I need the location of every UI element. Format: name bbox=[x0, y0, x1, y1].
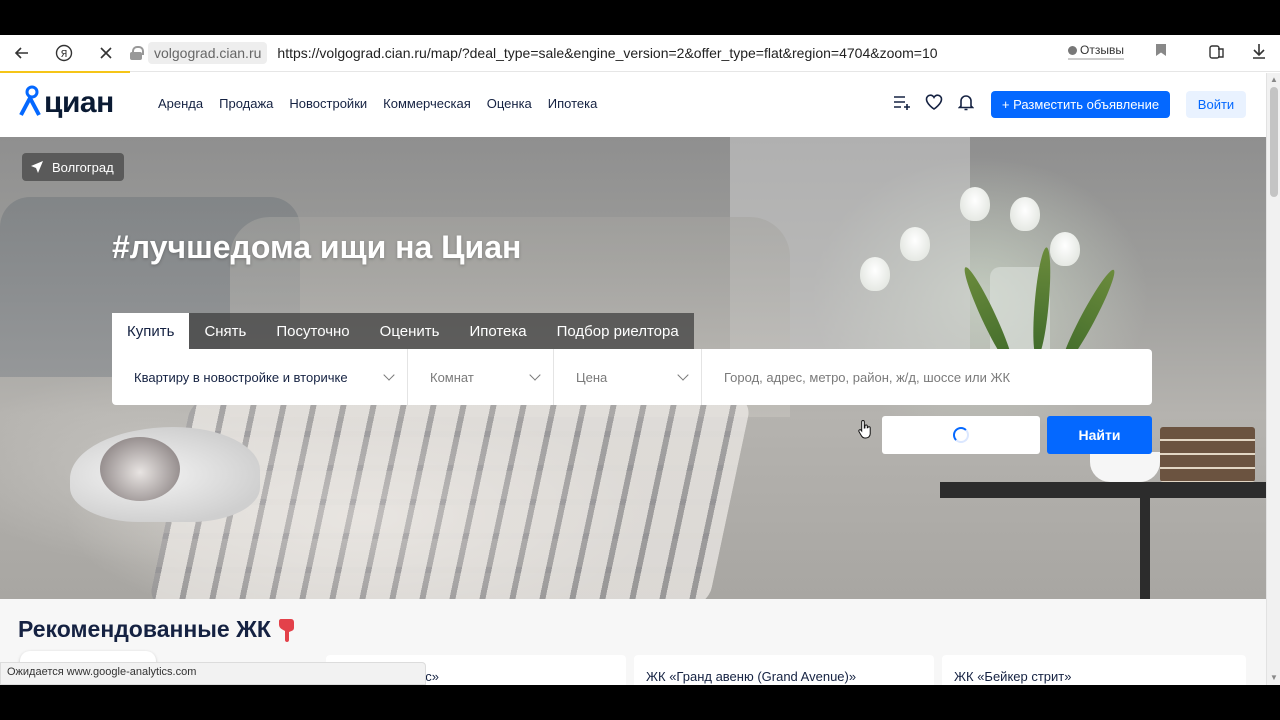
letterbox-bottom bbox=[0, 685, 1280, 720]
nav-item-sale[interactable]: Продажа bbox=[219, 96, 273, 111]
location-pin-icon bbox=[19, 85, 41, 116]
tab-evaluate[interactable]: Оценить bbox=[364, 313, 455, 349]
download-icon[interactable] bbox=[1251, 43, 1267, 64]
city-label: Волгоград bbox=[52, 159, 114, 175]
yandex-icon[interactable]: Я bbox=[48, 37, 80, 69]
recommended-title-text: Рекомендованные ЖК bbox=[18, 616, 271, 642]
rooms-select[interactable]: Комнат bbox=[408, 349, 554, 405]
navigation-arrow-icon bbox=[31, 161, 43, 173]
main-nav: Аренда Продажа Новостройки Коммерческая … bbox=[158, 96, 597, 111]
scroll-down-icon[interactable]: ▼ bbox=[1270, 673, 1278, 682]
jk-card-title: ЖК «Гранд авеню (Grand Avenue)» bbox=[646, 669, 857, 684]
city-selector[interactable]: Волгоград bbox=[22, 153, 124, 181]
loading-spinner-icon bbox=[953, 427, 969, 443]
jk-card[interactable]: ЖК «Бейкер стрит» bbox=[942, 655, 1246, 685]
browser-toolbar: Я volgograd.cian.ru https://volgograd.ci… bbox=[0, 35, 1280, 73]
chevron-down-icon bbox=[529, 369, 541, 381]
property-type-value: Квартиру в новостройке и вторичке bbox=[134, 369, 348, 385]
pointing-down-icon bbox=[278, 618, 294, 642]
site-header: циан Аренда Продажа Новостройки Коммерче… bbox=[0, 73, 1266, 137]
background-cat-head bbox=[100, 437, 180, 501]
hero-headline: #лучшедома ищи на Циан bbox=[112, 229, 522, 265]
address-input[interactable]: Город, адрес, метро, район, ж/д, шоссе и… bbox=[702, 370, 1010, 385]
stop-loading-icon[interactable] bbox=[90, 37, 122, 69]
compare-list-icon[interactable] bbox=[893, 93, 911, 111]
domain-chip: volgograd.cian.ru bbox=[148, 42, 268, 64]
price-select[interactable]: Цена bbox=[554, 349, 702, 405]
nav-item-rent[interactable]: Аренда bbox=[158, 96, 203, 111]
back-arrow-icon[interactable] bbox=[6, 37, 38, 69]
property-type-select[interactable]: Квартиру в новостройке и вторичке bbox=[112, 349, 408, 405]
nav-item-commercial[interactable]: Коммерческая bbox=[383, 96, 471, 111]
hand-cursor-icon bbox=[858, 419, 871, 439]
address-placeholder: Город, адрес, метро, район, ж/д, шоссе и… bbox=[724, 369, 1011, 385]
decor-tulip bbox=[1010, 197, 1040, 231]
nav-item-new-buildings[interactable]: Новостройки bbox=[289, 96, 367, 111]
lock-icon bbox=[130, 46, 144, 60]
browser-window: Я volgograd.cian.ru https://volgograd.ci… bbox=[0, 35, 1280, 685]
decor-tulip bbox=[900, 227, 930, 261]
scroll-up-icon[interactable]: ▲ bbox=[1270, 75, 1278, 84]
hero-banner: Волгоград #лучшедома ищи на Циан Купить … bbox=[0, 137, 1266, 599]
background-table-leg bbox=[1140, 497, 1150, 599]
heart-icon[interactable] bbox=[925, 93, 943, 111]
page-scrollbar[interactable]: ▲ ▼ bbox=[1266, 73, 1280, 685]
decor-tulip bbox=[860, 257, 890, 291]
tab-realtor[interactable]: Подбор риелтора bbox=[541, 313, 694, 349]
background-cup bbox=[1090, 452, 1160, 482]
decor-tulip bbox=[960, 187, 990, 221]
tab-buy[interactable]: Купить bbox=[112, 313, 190, 349]
header-icons bbox=[893, 93, 975, 111]
jk-card[interactable]: ЖК «Гранд авеню (Grand Avenue)» bbox=[634, 655, 934, 685]
bell-icon[interactable] bbox=[957, 93, 975, 111]
svg-text:Я: Я bbox=[61, 49, 68, 60]
letterbox-top bbox=[0, 0, 1280, 35]
nav-item-valuation[interactable]: Оценка bbox=[487, 96, 532, 111]
decor-tulip bbox=[1050, 232, 1080, 266]
reviews-label: Отзывы bbox=[1080, 43, 1124, 57]
tab-daily[interactable]: Посуточно bbox=[261, 313, 365, 349]
background-table bbox=[940, 482, 1266, 498]
chevron-down-icon bbox=[383, 369, 395, 381]
bookmark-icon[interactable] bbox=[1155, 43, 1167, 62]
tab-rent[interactable]: Снять bbox=[189, 313, 262, 349]
price-placeholder: Цена bbox=[576, 369, 608, 385]
scrollbar-thumb[interactable] bbox=[1270, 87, 1278, 197]
deal-type-tabs: Купить Снять Посуточно Оценить Ипотека П… bbox=[112, 313, 694, 349]
map-button-loading[interactable] bbox=[882, 416, 1040, 454]
find-button[interactable]: Найти bbox=[1047, 416, 1152, 454]
tab-mortgage[interactable]: Ипотека bbox=[454, 313, 542, 349]
post-listing-button[interactable]: + Разместить объявление bbox=[991, 91, 1170, 118]
cian-logo[interactable]: циан bbox=[18, 81, 128, 127]
screen-frame: Я volgograd.cian.ru https://volgograd.ci… bbox=[0, 0, 1280, 720]
jk-card-title: ЖК «Бейкер стрит» bbox=[954, 669, 1072, 684]
browser-status-bar: Ожидается www.google-analytics.com bbox=[0, 662, 426, 685]
search-form: Квартиру в новостройке и вторичке Комнат… bbox=[112, 349, 1152, 405]
logo-text: циан bbox=[44, 86, 114, 119]
nav-item-mortgage[interactable]: Ипотека bbox=[548, 96, 598, 111]
chevron-down-icon bbox=[677, 369, 689, 381]
extensions-icon[interactable] bbox=[1208, 43, 1226, 66]
background-books bbox=[1160, 427, 1255, 482]
url-text[interactable]: https://volgograd.cian.ru/map/?deal_type… bbox=[277, 45, 937, 61]
login-button[interactable]: Войти bbox=[1186, 91, 1246, 118]
rooms-placeholder: Комнат bbox=[430, 369, 474, 385]
recommended-title: Рекомендованные ЖК bbox=[18, 616, 297, 643]
reviews-button[interactable]: Отзывы bbox=[1068, 43, 1124, 60]
address-bar[interactable]: volgograd.cian.ru https://volgograd.cian… bbox=[130, 39, 1040, 67]
chat-bubble-icon bbox=[1068, 45, 1077, 55]
